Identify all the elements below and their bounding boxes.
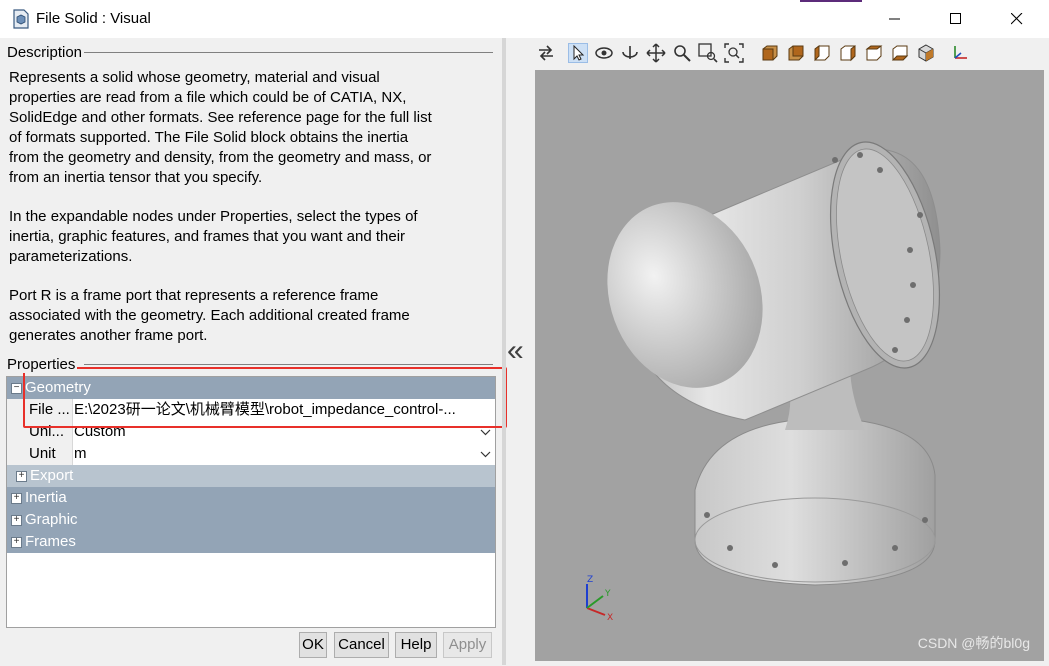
tree-node-inertia[interactable]: + Inertia: [7, 487, 495, 509]
help-button[interactable]: Help: [395, 632, 437, 658]
units-select[interactable]: Custom: [74, 421, 494, 443]
description-paragraph: Represents a solid whose geometry, mater…: [9, 69, 432, 186]
minimize-button[interactable]: [872, 0, 918, 38]
properties-heading: Properties: [7, 356, 78, 373]
expand-toggle-icon[interactable]: +: [11, 493, 22, 504]
axis-z-label: Z: [587, 575, 593, 585]
collapse-toggle-icon[interactable]: −: [11, 383, 22, 394]
tree-node-frames[interactable]: + Frames: [7, 531, 495, 553]
title-accent-line: [800, 0, 862, 2]
fit-to-view-icon[interactable]: [724, 43, 744, 63]
file-path-field[interactable]: E:\2023研一论文\机械臂模型\robot_impedance_contro…: [74, 399, 494, 421]
axes-triad: Z Y X: [586, 575, 613, 623]
chevron-down-icon[interactable]: [480, 429, 491, 437]
maximize-button[interactable]: [933, 0, 979, 38]
description-paragraph: In the expandable nodes under Properties…: [9, 208, 418, 265]
view-back-icon[interactable]: [786, 43, 806, 63]
viewer-toolbar: [532, 40, 1049, 68]
description-text: Represents a solid whose geometry, mater…: [9, 68, 495, 365]
property-row-units[interactable]: Uni... Custom: [7, 421, 495, 444]
cancel-button[interactable]: Cancel: [334, 632, 389, 658]
tree-node-label: Frames: [25, 533, 76, 550]
view-right-icon[interactable]: [838, 43, 858, 63]
close-button[interactable]: [994, 0, 1040, 38]
property-row-file-name[interactable]: File ... E:\2023研一论文\机械臂模型\robot_impedan…: [7, 399, 495, 422]
description-paragraph: Port R is a frame port that represents a…: [9, 287, 410, 344]
properties-separator: [84, 364, 493, 365]
view-top-icon[interactable]: [864, 43, 884, 63]
title-bar: File Solid : Visual: [0, 0, 1049, 38]
file-solid-app-icon: [13, 9, 29, 29]
swap-icon[interactable]: [536, 43, 556, 63]
tree-node-graphic[interactable]: + Graphic: [7, 509, 495, 531]
maximize-icon: [950, 13, 961, 24]
apply-button[interactable]: Apply: [443, 632, 492, 658]
axis-y-label: Y: [604, 589, 611, 599]
tree-node-export[interactable]: + Export: [7, 465, 495, 487]
pan-icon[interactable]: [646, 43, 666, 63]
rotate-icon[interactable]: [594, 43, 614, 63]
chevron-down-icon[interactable]: [480, 451, 491, 459]
ok-button[interactable]: OK: [299, 632, 327, 658]
properties-tree[interactable]: − Geometry File ... E:\2023研一论文\机械臂模型\ro…: [6, 376, 496, 628]
panel-splitter[interactable]: [502, 38, 506, 665]
select-pointer-icon[interactable]: [568, 43, 588, 63]
view-left-icon[interactable]: [812, 43, 832, 63]
tree-node-label: Graphic: [25, 511, 78, 528]
minimize-icon: [889, 18, 900, 20]
description-heading: Description: [7, 44, 85, 61]
axis-x-label: X: [607, 613, 613, 623]
zoom-icon[interactable]: [672, 43, 692, 63]
expand-toggle-icon[interactable]: +: [11, 537, 22, 548]
watermark-text: CSDN @畅的bl0g: [917, 635, 1030, 651]
view-bottom-icon[interactable]: [890, 43, 910, 63]
property-row-unit[interactable]: Unit m: [7, 443, 495, 466]
collapse-panel-icon[interactable]: «: [507, 336, 524, 366]
tree-node-label: Geometry: [25, 379, 91, 396]
property-name: Uni...: [7, 421, 73, 443]
view-isometric-icon[interactable]: [916, 43, 936, 63]
unit-select[interactable]: m: [74, 443, 494, 465]
robot-link-model: Z Y X: [586, 141, 941, 623]
description-separator: [66, 52, 493, 53]
close-icon: [1011, 13, 1023, 25]
expand-toggle-icon[interactable]: +: [11, 515, 22, 526]
window-title: File Solid : Visual: [36, 10, 151, 27]
spin-icon[interactable]: [620, 43, 640, 63]
tree-node-label: Inertia: [25, 489, 67, 506]
axes-triad-icon[interactable]: [950, 43, 970, 63]
3d-viewport[interactable]: Z Y X CSDN @畅的bl0g: [535, 70, 1044, 661]
property-name: Unit: [7, 443, 73, 465]
view-front-icon[interactable]: [760, 43, 780, 63]
zoom-box-icon[interactable]: [698, 43, 718, 63]
property-name: File ...: [7, 399, 73, 421]
tree-node-geometry[interactable]: − Geometry: [7, 377, 495, 399]
expand-toggle-icon[interactable]: +: [16, 471, 27, 482]
tree-node-label: Export: [30, 467, 74, 484]
